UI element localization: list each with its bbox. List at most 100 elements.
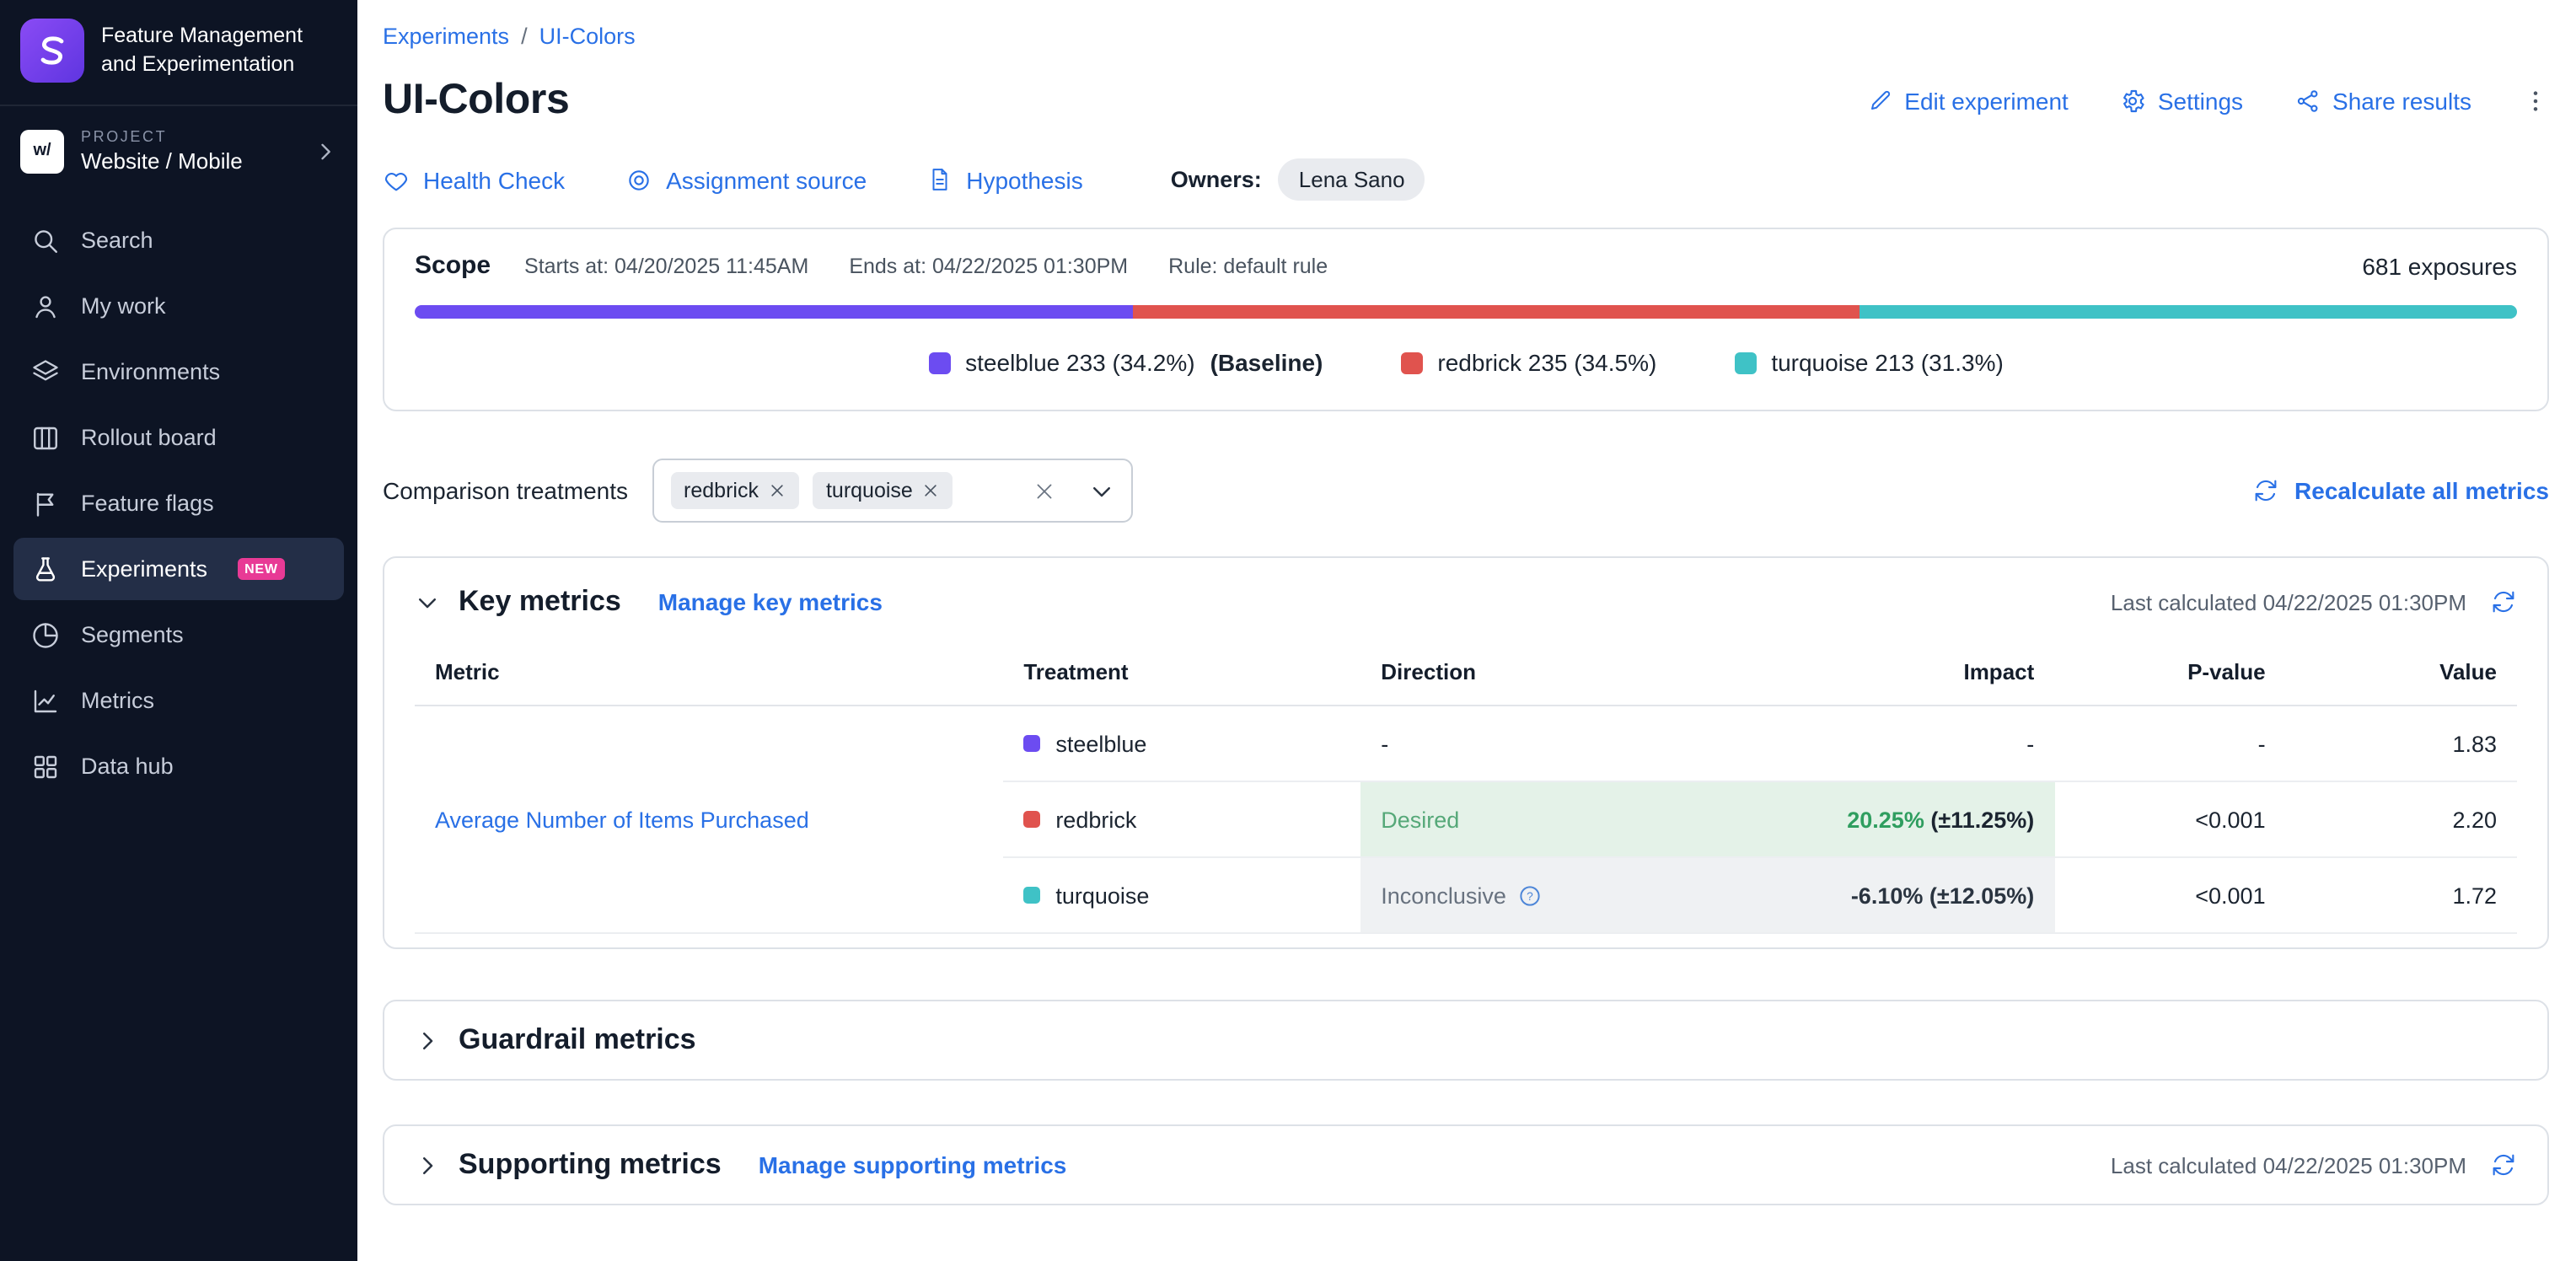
value-cell: 1.83 — [2286, 706, 2517, 781]
new-badge: NEW — [238, 558, 285, 580]
project-avatar: w/ — [20, 129, 64, 173]
health-check-link[interactable]: Health Check — [383, 166, 565, 193]
key-metrics-header: Key metrics Manage key metrics Last calc… — [384, 558, 2547, 646]
legend-swatch — [1734, 351, 1756, 373]
page-title: UI-Colors — [383, 76, 569, 125]
gear-icon — [2119, 87, 2146, 114]
line-chart-icon — [30, 685, 61, 716]
scope-ends: Ends at: 04/22/2025 01:30PM — [849, 254, 1128, 277]
treatment-cell: turquoise — [1003, 857, 1360, 933]
chip-turquoise: turquoise — [813, 472, 953, 509]
expand-chevron-right-icon[interactable] — [415, 1152, 440, 1178]
direction-cell: Desired — [1360, 781, 1781, 857]
app-window: Feature Management and Experimentation w… — [0, 0, 2576, 1261]
sidebar-item-data-hub[interactable]: Data hub — [13, 735, 344, 797]
project-switcher[interactable]: w/ PROJECT Website / Mobile — [0, 106, 357, 196]
owners: Owners: Lena Sano — [1171, 158, 1425, 201]
sidebar-item-rollout-board[interactable]: Rollout board — [13, 406, 344, 469]
impact-cell: -6.10% (±12.05%) — [1781, 857, 2054, 933]
sidebar-item-feature-flags[interactable]: Feature flags — [13, 472, 344, 534]
owners-label: Owners: — [1171, 167, 1262, 192]
scope-card: Scope Starts at: 04/20/2025 11:45AM Ends… — [383, 228, 2549, 411]
manage-supporting-metrics-link[interactable]: Manage supporting metrics — [759, 1151, 1067, 1178]
remove-chip-icon[interactable] — [923, 482, 940, 499]
key-metrics-card: Key metrics Manage key metrics Last calc… — [383, 556, 2549, 949]
refresh-icon — [2252, 477, 2279, 504]
sidebar-item-label: My work — [81, 293, 166, 319]
sidebar-item-search[interactable]: Search — [13, 209, 344, 271]
metric-name-link[interactable]: Average Number of Items Purchased — [435, 807, 809, 832]
baseline-label: (Baseline) — [1210, 349, 1323, 376]
hypothesis-link[interactable]: Hypothesis — [927, 166, 1083, 193]
table-header-row: Metric Treatment Direction Impact P-valu… — [415, 646, 2517, 706]
col-metric: Metric — [415, 646, 1003, 706]
breadcrumb-experiments-link[interactable]: Experiments — [383, 24, 509, 49]
sidebar-item-my-work[interactable]: My work — [13, 275, 344, 337]
comparison-row: Comparison treatments redbrick turquoise — [383, 459, 2549, 523]
scope-header: Scope Starts at: 04/20/2025 11:45AM Ends… — [415, 251, 2517, 280]
app-header: Feature Management and Experimentation — [0, 0, 357, 106]
kebab-menu-icon — [2522, 87, 2549, 114]
comparison-label: Comparison treatments — [383, 477, 628, 504]
remove-chip-icon[interactable] — [769, 482, 786, 499]
sidebar: Feature Management and Experimentation w… — [0, 0, 357, 1261]
sidebar-item-segments[interactable]: Segments — [13, 604, 344, 666]
manage-key-metrics-link[interactable]: Manage key metrics — [658, 588, 883, 615]
share-icon — [2294, 87, 2321, 114]
col-direction: Direction — [1360, 646, 1781, 706]
sidebar-item-label: Rollout board — [81, 425, 217, 450]
more-actions-button[interactable] — [2522, 87, 2549, 114]
guardrail-metrics-title: Guardrail metrics — [459, 1023, 696, 1057]
sidebar-nav: Search My work Environments Rollout boar… — [0, 209, 357, 797]
collapse-chevron-down-icon[interactable] — [415, 589, 440, 614]
sidebar-item-label: Segments — [81, 622, 184, 647]
main-content: Experiments / UI-Colors UI-Colors Edit e… — [357, 0, 2576, 1261]
refresh-key-metrics-button[interactable] — [2490, 588, 2517, 615]
segments-icon — [30, 620, 61, 650]
value-cell: 1.72 — [2286, 857, 2517, 933]
chevron-right-icon — [314, 139, 337, 163]
chevron-down-icon[interactable] — [1088, 478, 1114, 503]
metric-cell: Average Number of Items Purchased — [415, 706, 1003, 933]
settings-button[interactable]: Settings — [2119, 87, 2243, 114]
treatment-cell: steelblue — [1003, 706, 1360, 781]
share-results-button[interactable]: Share results — [2294, 87, 2471, 114]
supporting-metrics-card: Supporting metrics Manage supporting met… — [383, 1124, 2549, 1205]
exposure-distribution-bar — [415, 305, 2517, 319]
sidebar-item-label: Search — [81, 228, 153, 253]
sidebar-item-label: Environments — [81, 359, 220, 384]
treatment-cell: redbrick — [1003, 781, 1360, 857]
scope-title: Scope — [415, 251, 491, 280]
legend-item-redbrick: redbrick 235 (34.5%) — [1400, 349, 1656, 376]
expand-chevron-right-icon[interactable] — [415, 1028, 440, 1053]
recalculate-all-metrics-button[interactable]: Recalculate all metrics — [2252, 477, 2549, 504]
edit-experiment-button[interactable]: Edit experiment — [1867, 87, 2069, 114]
chip-redbrick: redbrick — [670, 472, 799, 509]
direction-cell: - — [1360, 706, 1781, 781]
comparison-treatments-select[interactable]: redbrick turquoise — [652, 459, 1132, 523]
p-value-cell: - — [2054, 706, 2285, 781]
search-icon — [30, 225, 61, 255]
sidebar-item-metrics[interactable]: Metrics — [13, 669, 344, 732]
col-impact: Impact — [1781, 646, 2054, 706]
help-question-icon[interactable]: ? — [1518, 883, 1543, 908]
header-actions: Edit experiment Settings Share results — [1867, 87, 2549, 114]
clear-selection-icon[interactable] — [1033, 480, 1055, 502]
p-value-cell: <0.001 — [2054, 857, 2285, 933]
sidebar-item-environments[interactable]: Environments — [13, 341, 344, 403]
value-cell: 2.20 — [2286, 781, 2517, 857]
assignment-source-link[interactable]: Assignment source — [625, 166, 867, 193]
breadcrumb-separator: / — [521, 24, 528, 49]
direction-cell: Inconclusive ? — [1360, 857, 1781, 933]
impact-cell: - — [1781, 706, 2054, 781]
sidebar-item-label: Metrics — [81, 688, 154, 713]
legend-item-turquoise: turquoise 213 (31.3%) — [1734, 349, 2004, 376]
refresh-supporting-metrics-button[interactable] — [2490, 1151, 2517, 1178]
last-calculated-text: Last calculated 04/22/2025 01:30PM — [2111, 1152, 2466, 1178]
bar-segment-steelblue — [415, 305, 1134, 319]
legend-swatch — [928, 351, 950, 373]
breadcrumb-current-link[interactable]: UI-Colors — [539, 24, 636, 49]
document-icon — [927, 167, 953, 192]
legend-swatch — [1400, 351, 1422, 373]
sidebar-item-experiments[interactable]: Experiments NEW — [13, 538, 344, 600]
